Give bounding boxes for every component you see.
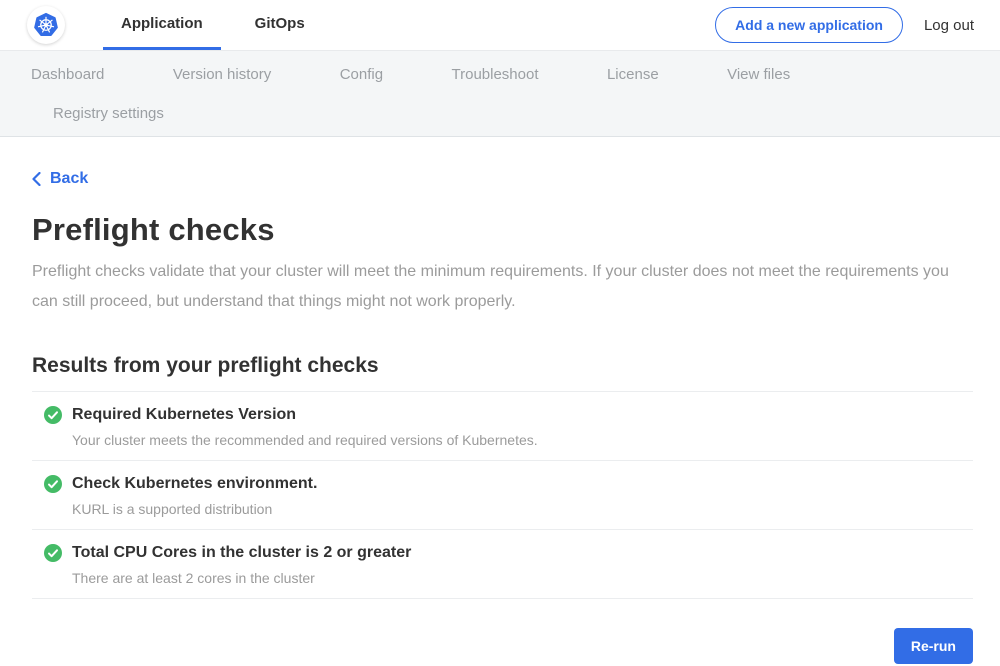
subnav-item-registry-settings[interactable]: Registry settings [53,105,164,122]
actions-bar: Re-run [32,628,973,664]
result-item: Required Kubernetes Version Your cluster… [32,392,973,461]
subnav-item-view-files[interactable]: View files [727,66,790,83]
subnav-item-config[interactable]: Config [340,66,383,83]
subnav-row-2: Registry settings [0,105,1000,123]
add-new-application-button[interactable]: Add a new application [715,7,903,43]
check-pass-icon [44,544,62,562]
kubernetes-logo-icon [31,10,61,40]
result-detail: KURL is a supported distribution [72,501,973,517]
subnav-row-1: Dashboard Version history Config Trouble… [0,66,1000,84]
tab-gitops[interactable]: GitOps [237,0,323,50]
subnav-item-version-history[interactable]: Version history [173,66,271,83]
tab-gitops-label: GitOps [255,15,305,32]
top-navbar: Application GitOps Add a new application… [0,0,1000,51]
result-detail: Your cluster meets the recommended and r… [72,432,973,448]
app-subnav: Dashboard Version history Config Trouble… [0,51,1000,137]
check-pass-icon [44,475,62,493]
result-head: Total CPU Cores in the cluster is 2 or g… [44,544,973,562]
result-title: Required Kubernetes Version [72,406,296,424]
preflight-results-list: Required Kubernetes Version Your cluster… [32,391,973,599]
tab-application[interactable]: Application [103,0,221,50]
back-link-label: Back [50,170,88,188]
tab-application-label: Application [121,15,203,32]
rerun-button[interactable]: Re-run [894,628,973,664]
result-head: Check Kubernetes environment. [44,475,973,493]
results-heading: Results from your preflight checks [32,354,973,378]
chevron-left-icon [32,172,41,186]
result-item: Check Kubernetes environment. KURL is a … [32,461,973,530]
result-item: Total CPU Cores in the cluster is 2 or g… [32,530,973,599]
check-pass-icon [44,406,62,424]
result-title: Total CPU Cores in the cluster is 2 or g… [72,544,411,562]
topnav-spacer [339,0,715,50]
subnav-item-troubleshoot[interactable]: Troubleshoot [452,66,539,83]
subnav-item-license[interactable]: License [607,66,659,83]
page-description: Preflight checks validate that your clus… [32,257,952,317]
subnav-item-dashboard[interactable]: Dashboard [31,66,104,83]
result-head: Required Kubernetes Version [44,406,973,424]
back-link[interactable]: Back [32,170,88,188]
preflight-page: Back Preflight checks Preflight checks v… [0,137,1000,664]
log-out-link[interactable]: Log out [924,17,974,34]
result-title: Check Kubernetes environment. [72,475,317,493]
page-title: Preflight checks [32,212,973,248]
kubernetes-logo [27,6,65,44]
result-detail: There are at least 2 cores in the cluste… [72,570,973,586]
